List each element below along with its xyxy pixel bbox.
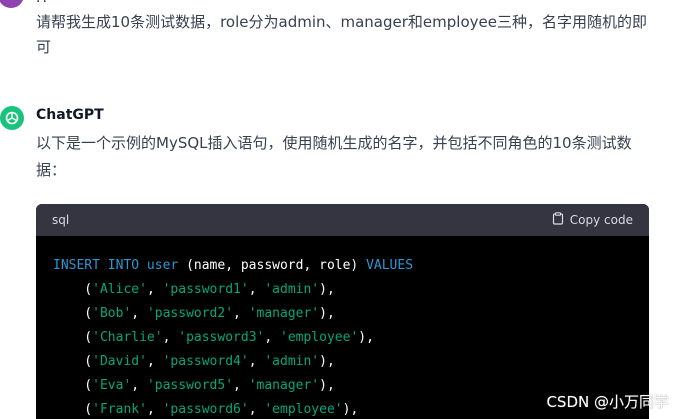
copy-code-button[interactable]: Copy code [552,212,633,228]
code-keyword-insert-into: INSERT INTO [53,258,140,273]
code-value-password: 'password1' [162,282,249,297]
code-value-role: 'manager' [248,378,320,393]
user-avatar [0,0,24,8]
user-header-dots: ·· [36,0,49,10]
code-value-role: 'admin' [264,282,320,297]
csdn-watermark: CSDN @小万同学 [546,393,669,411]
assistant-message: 以下是一个示例的MySQL插入语句，使用随机生成的名字，并包括不同角色的10条测… [36,134,632,179]
assistant-name: ChatGPT [36,107,104,123]
chat-page: ·· 请帮我生成10条测试数据，role分为admin、manager和empl… [0,0,685,419]
code-table-name: user [146,258,179,273]
code-header: sql Copy code [36,204,649,236]
code-line-row: ('Alice', 'password1', 'admin'), [53,282,335,297]
code-value-password: 'password3' [178,330,265,345]
code-keyword-values: VALUES [366,258,414,273]
code-value-name: 'Eva' [92,378,132,393]
code-columns: (name, password, role) [186,258,359,273]
code-value-name: 'Alice' [92,282,147,297]
code-value-password: 'password5' [146,378,234,393]
code-value-role: 'employee' [264,402,343,417]
code-value-role: 'employee' [280,330,359,345]
code-value-password: 'password4' [162,354,249,369]
user-message: 请帮我生成10条测试数据，role分为admin、manager和employe… [36,13,647,56]
code-language-label: sql [52,213,70,227]
code-value-role: 'admin' [264,354,320,369]
code-value-name: 'David' [92,354,147,369]
code-line-row: ('Charlie', 'password3', 'employee'), [53,330,374,345]
code-block: sql Copy code INSERT INTO user (name, pa… [36,204,649,419]
code-value-name: 'Charlie' [92,330,163,345]
openai-logo-icon [0,106,24,130]
code-value-password: 'password6' [162,402,249,417]
code-value-password: 'password2' [146,306,234,321]
code-value-name: 'Bob' [92,306,132,321]
code-value-name: 'Frank' [92,402,147,417]
code-line-row: ('David', 'password4', 'admin'), [53,354,335,369]
code-line-row: ('Bob', 'password2', 'manager'), [53,306,335,321]
code-line-insert: INSERT INTO user (name, password, role) … [53,254,633,278]
code-value-role: 'manager' [248,306,320,321]
clipboard-icon [552,212,564,228]
copy-code-label: Copy code [569,213,633,227]
